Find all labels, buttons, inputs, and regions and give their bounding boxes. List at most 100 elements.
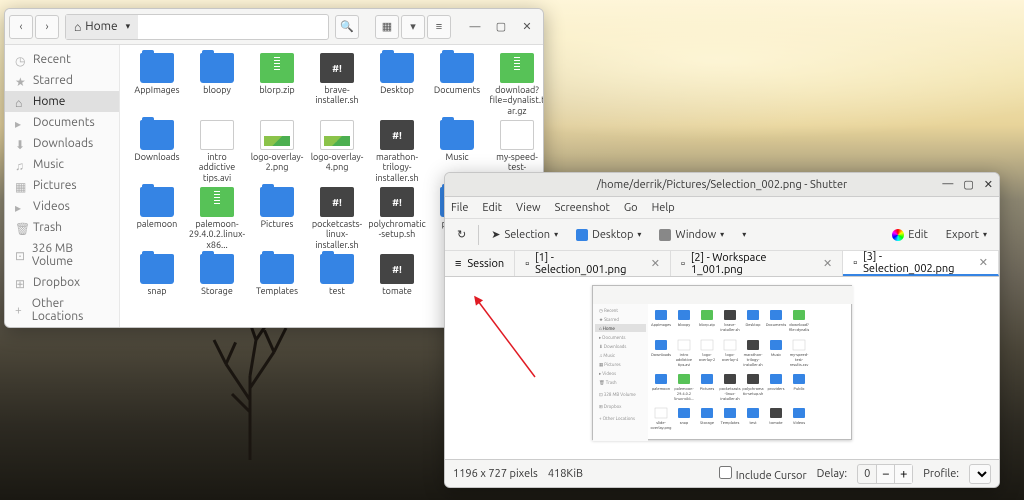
folder-icon: [200, 53, 234, 83]
menu-view[interactable]: View: [516, 202, 541, 214]
folder-icon: [140, 254, 174, 284]
close-tab-icon[interactable]: ✕: [651, 257, 660, 270]
file-item[interactable]: intro addictive tips.avi: [188, 120, 246, 183]
tab--3-selection-002-png[interactable]: ▫[3] - Selection_002.png✕: [843, 251, 999, 276]
sidebar-item-starred[interactable]: ★Starred: [5, 70, 119, 91]
close-button[interactable]: ✕: [984, 178, 993, 191]
svg-text:◷ Recent: ◷ Recent: [599, 308, 618, 313]
file-label: my-speed-test-: [488, 152, 543, 173]
sh-icon: #!: [380, 254, 414, 284]
file-item[interactable]: #!tomate: [368, 254, 426, 296]
sidebar-item-label: Downloads: [33, 137, 93, 150]
profile-select[interactable]: [969, 464, 991, 484]
maximize-button[interactable]: ▢: [963, 178, 973, 191]
screenshot-preview[interactable]: ◷ Recent★ Starred⌂ Home▸ Documents⬇ Down…: [592, 285, 852, 440]
sidebar-item-videos[interactable]: ▸Videos: [5, 196, 119, 217]
img-icon: [260, 120, 294, 150]
delay-increment[interactable]: +: [894, 465, 912, 483]
menu-screenshot[interactable]: Screenshot: [555, 202, 610, 214]
file-item[interactable]: palemoon: [128, 187, 186, 250]
file-label: palemoon-29.4.0.2.linux-x86...: [188, 219, 246, 250]
hamburger-button[interactable]: ≡: [427, 15, 451, 39]
menu-go[interactable]: Go: [624, 202, 638, 214]
file-label: snap: [148, 286, 167, 296]
export-button[interactable]: Export ▾: [940, 226, 993, 244]
menu-file[interactable]: File: [451, 202, 468, 214]
file-item[interactable]: Storage: [188, 254, 246, 296]
sidebar-item-trash[interactable]: 🗑Trash: [5, 217, 119, 238]
doc-icon: [500, 120, 534, 150]
file-label: bloopy: [203, 85, 231, 95]
delay-spinner[interactable]: 0−+: [857, 464, 913, 484]
desktop-button[interactable]: Desktop ▾: [570, 226, 647, 244]
file-item[interactable]: download?file=dynalist.tar.gz: [488, 53, 543, 116]
minimize-button[interactable]: —: [942, 178, 953, 191]
tab--1-selection-001-png[interactable]: ▫[1] - Selection_001.png✕: [515, 251, 671, 276]
view-dropdown-button[interactable]: ▾: [401, 15, 425, 39]
file-label: AppImages: [134, 85, 179, 95]
files-sidebar: ◷Recent★Starred⌂Home▸Documents⬇Downloads…: [5, 45, 120, 327]
edit-button[interactable]: Edit: [886, 226, 934, 244]
file-item[interactable]: test: [308, 254, 366, 296]
tab-session[interactable]: ≡Session: [445, 251, 515, 276]
back-button[interactable]: ‹: [9, 15, 33, 39]
delay-decrement[interactable]: −: [876, 465, 894, 483]
menu-help[interactable]: Help: [652, 202, 675, 214]
sidebar-item-326-mb-volume[interactable]: ⊡326 MB Volume: [5, 238, 119, 272]
file-item[interactable]: Downloads: [128, 120, 186, 183]
file-item[interactable]: Pictures: [248, 187, 306, 250]
folder-icon: [260, 254, 294, 284]
sidebar-item-recent[interactable]: ◷Recent: [5, 49, 119, 70]
maximize-button[interactable]: ▢: [489, 15, 513, 39]
search-button[interactable]: 🔍: [335, 15, 359, 39]
sidebar-item-other-locations[interactable]: +Other Locations: [5, 293, 119, 327]
include-cursor-checkbox[interactable]: Include Cursor: [719, 466, 807, 482]
close-tab-icon[interactable]: ✕: [979, 256, 988, 269]
sh-icon: #!: [320, 187, 354, 217]
file-item[interactable]: #!polychromatic-setup.sh: [368, 187, 426, 250]
doc-icon: [200, 120, 234, 150]
sidebar-item-music[interactable]: ♫Music: [5, 154, 119, 175]
file-item[interactable]: #!marathon-trilogy-installer.sh: [368, 120, 426, 183]
file-item[interactable]: Templates: [248, 254, 306, 296]
svg-text:file=dynalis: file=dynalis: [789, 327, 810, 332]
file-label: polychromatic-setup.sh: [368, 219, 426, 240]
path-bar[interactable]: ⌂ Home ▾: [65, 14, 329, 40]
window-button[interactable]: Window ▾: [653, 226, 730, 244]
file-item[interactable]: bloopy: [188, 53, 246, 116]
close-button[interactable]: ✕: [515, 15, 539, 39]
menu-dropdown-button[interactable]: ▾: [736, 227, 752, 242]
sidebar-item-home[interactable]: ⌂Home: [5, 91, 119, 112]
file-label: intro addictive tips.avi: [188, 152, 246, 183]
file-item[interactable]: blorp.zip: [248, 53, 306, 116]
file-item[interactable]: palemoon-29.4.0.2.linux-x86...: [188, 187, 246, 250]
file-label: Templates: [256, 286, 298, 296]
folder-icon: [380, 53, 414, 83]
svg-text:AppImages: AppImages: [651, 322, 671, 327]
file-item[interactable]: Desktop: [368, 53, 426, 116]
redo-button[interactable]: ↻: [451, 225, 472, 244]
file-item[interactable]: logo-overlay-2.png: [248, 120, 306, 183]
file-item[interactable]: snap: [128, 254, 186, 296]
forward-button[interactable]: ›: [35, 15, 59, 39]
menu-edit[interactable]: Edit: [482, 202, 502, 214]
svg-text:installer.sh: installer.sh: [743, 362, 762, 367]
sidebar-item-downloads[interactable]: ⬇Downloads: [5, 133, 119, 154]
file-item[interactable]: logo-overlay-4.png: [308, 120, 366, 183]
file-label: brave-installer.sh: [308, 85, 366, 106]
file-item[interactable]: #!brave-installer.sh: [308, 53, 366, 116]
view-grid-button[interactable]: ▦: [375, 15, 399, 39]
sidebar-item-documents[interactable]: ▸Documents: [5, 112, 119, 133]
close-tab-icon[interactable]: ✕: [823, 257, 832, 270]
file-item[interactable]: AppImages: [128, 53, 186, 116]
selection-button[interactable]: ➤ Selection ▾: [485, 225, 564, 244]
file-item[interactable]: Documents: [428, 53, 486, 116]
file-item[interactable]: #!pocketcasts-linux-installer.sh: [308, 187, 366, 250]
sidebar-item-dropbox[interactable]: ⊞Dropbox: [5, 272, 119, 293]
sidebar-item-pictures[interactable]: ▦Pictures: [5, 175, 119, 196]
tab--2-workspace-1-001-png[interactable]: ▫[2] - Workspace 1_001.png✕: [671, 251, 843, 276]
path-home[interactable]: ⌂ Home ▾: [66, 15, 138, 39]
sidebar-item-label: Videos: [33, 200, 70, 213]
sidebar-item-label: Home: [33, 95, 65, 108]
minimize-button[interactable]: —: [463, 15, 487, 39]
